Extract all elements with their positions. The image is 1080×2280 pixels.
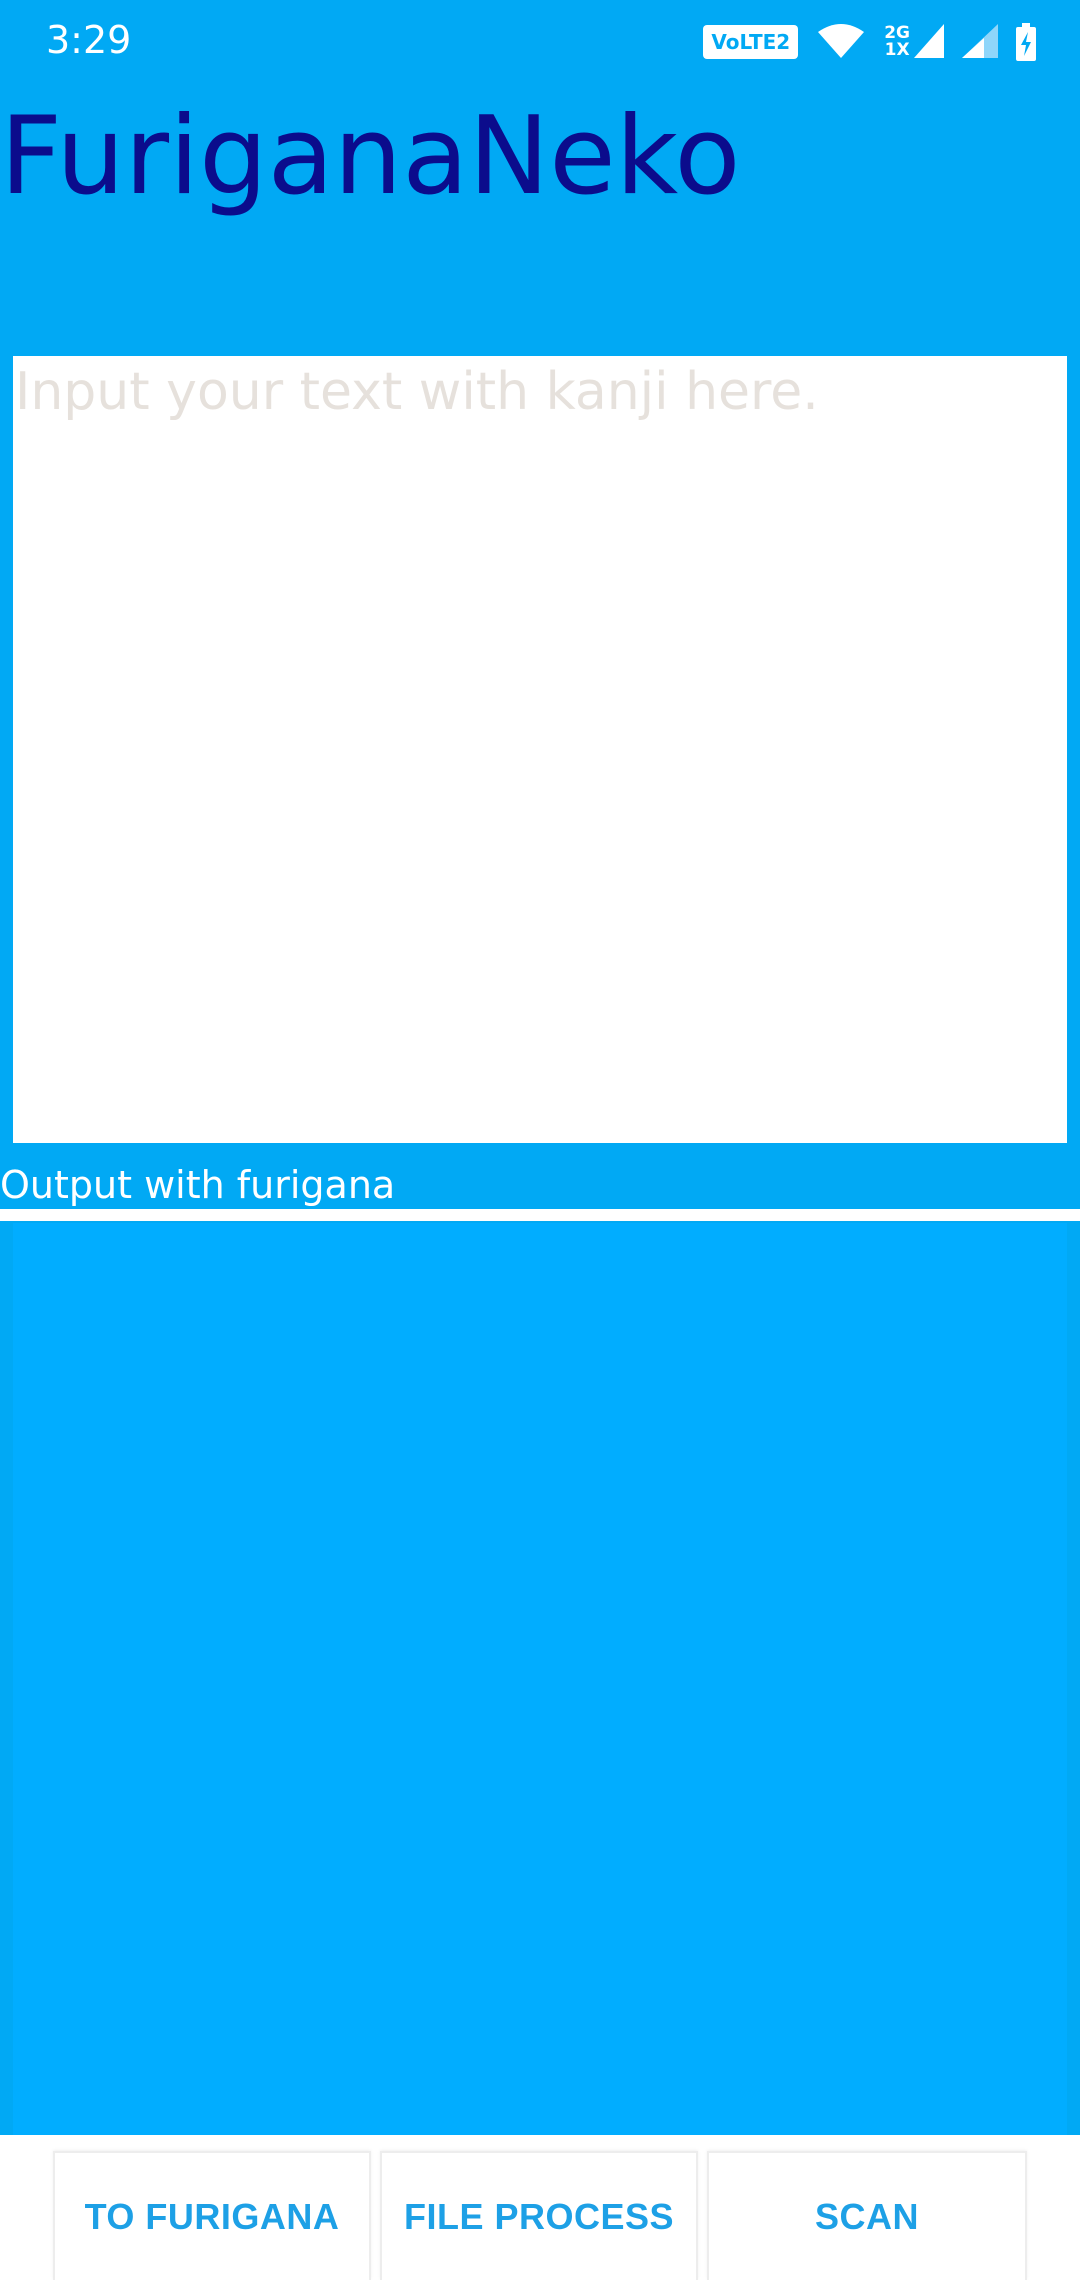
network-type-indicator: 2G 1X	[884, 25, 910, 59]
kanji-input-field[interactable]	[13, 356, 1067, 1143]
action-button-bar: TO FURIGANA FILE PROCESS SCAN	[0, 2135, 1080, 2280]
volte-icon: VoLTE2	[703, 25, 799, 59]
wifi-icon	[818, 24, 865, 58]
status-bar: 3:29 VoLTE2 2G 1X	[0, 0, 1080, 80]
status-icons: VoLTE2 2G 1X	[703, 20, 1036, 64]
signal-2-icon	[962, 24, 998, 58]
network-type-bottom: 1X	[884, 40, 910, 60]
app-title: FuriganaNeko	[0, 94, 741, 219]
battery-charging-icon	[1016, 23, 1036, 61]
furigana-output-area[interactable]	[13, 1223, 1067, 2135]
status-time: 3:29	[46, 18, 132, 62]
signal-1-icon	[914, 24, 944, 58]
scan-button[interactable]: SCAN	[707, 2151, 1027, 2280]
divider	[0, 1209, 1080, 1221]
to-furigana-button[interactable]: TO FURIGANA	[53, 2151, 371, 2280]
file-process-button[interactable]: FILE PROCESS	[380, 2151, 698, 2280]
output-label: Output with furigana	[0, 1163, 396, 1207]
